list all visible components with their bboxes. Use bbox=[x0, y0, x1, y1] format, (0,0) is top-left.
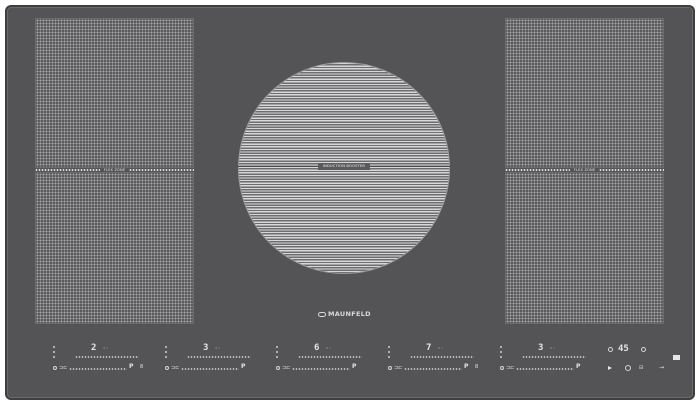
bridge-icon[interactable]: ⊐⊏ bbox=[506, 365, 514, 371]
power-slider-top[interactable] bbox=[522, 356, 586, 358]
lock-icon[interactable]: ⊟ bbox=[639, 365, 643, 371]
power-slider-top[interactable] bbox=[410, 356, 474, 358]
timer-minus-icon[interactable] bbox=[608, 347, 613, 352]
power-level: 2 bbox=[91, 343, 97, 353]
power-boost-button[interactable]: P bbox=[352, 363, 356, 370]
power-level: 6 bbox=[314, 343, 320, 353]
zone-control-1[interactable]: 2 ∘ ◦ ⊐⊏ P 8 bbox=[53, 343, 148, 375]
brand-name: MAUNFELD bbox=[328, 310, 371, 318]
power-slider[interactable] bbox=[404, 368, 462, 370]
brand-logo-icon bbox=[318, 311, 326, 317]
cooking-zone-right-top bbox=[505, 18, 664, 168]
zone-indicator-icon bbox=[388, 346, 390, 348]
power-boost-button[interactable]: P bbox=[129, 363, 133, 370]
zone-indicator-icon bbox=[53, 351, 55, 353]
level-marker-icon: ∘ ◦ bbox=[215, 346, 221, 350]
pause-play-icon[interactable] bbox=[608, 366, 612, 370]
power-boost-button[interactable]: P bbox=[576, 363, 580, 370]
left-zone-divider-label: FLEX ZONE bbox=[103, 168, 126, 172]
zone-control-3[interactable]: 6 ∘ ◦ ⊐⊏ P bbox=[276, 343, 371, 375]
timer-icon[interactable] bbox=[500, 366, 504, 370]
zone-indicator-icon bbox=[165, 356, 167, 358]
zone-indicator-icon bbox=[165, 351, 167, 353]
zone-indicator-icon bbox=[500, 356, 502, 358]
level-marker-icon: ∘ ◦ bbox=[438, 346, 444, 350]
bridge-icon[interactable]: ⊐⊏ bbox=[394, 365, 402, 371]
center-zone-label: INDUCTION BOOSTER bbox=[318, 163, 370, 170]
power-slider[interactable] bbox=[516, 368, 574, 370]
power-slider-top[interactable] bbox=[298, 356, 362, 358]
power-slider-top[interactable] bbox=[187, 356, 251, 358]
cooking-zone-left-top bbox=[35, 18, 194, 168]
zone-control-5[interactable]: 3 ∘ ◦ ⊐⊏ P bbox=[500, 343, 595, 375]
level-marker-icon: ∘ ◦ bbox=[103, 346, 109, 350]
zone-indicator-icon bbox=[500, 346, 502, 348]
power-level: 3 bbox=[203, 343, 209, 353]
power-slider[interactable] bbox=[181, 368, 239, 370]
zone-indicator-icon bbox=[388, 351, 390, 353]
boost-indicator: 8 bbox=[475, 364, 479, 370]
power-boost-button[interactable]: P bbox=[464, 363, 468, 370]
left-zone-divider: FLEX ZONE bbox=[35, 168, 194, 172]
timer-plus-icon[interactable] bbox=[641, 347, 646, 352]
zone-indicator-icon bbox=[53, 356, 55, 358]
power-slider-top[interactable] bbox=[75, 356, 139, 358]
zone-indicator-icon bbox=[276, 351, 278, 353]
zone-control-2[interactable]: 3 ∘ ◦ ⊐⊏ P bbox=[165, 343, 260, 375]
cooking-zone-right-bottom bbox=[505, 172, 664, 324]
bridge-icon[interactable]: ⊐⊏ bbox=[282, 365, 290, 371]
arrow-icon[interactable]: → bbox=[659, 364, 664, 371]
power-level: 3 bbox=[538, 343, 544, 353]
cooking-zone-left-bottom bbox=[35, 172, 194, 324]
power-slider[interactable] bbox=[69, 368, 127, 370]
boost-indicator: 8 bbox=[140, 364, 144, 370]
timer-icon[interactable] bbox=[276, 366, 280, 370]
zone-indicator-icon bbox=[165, 346, 167, 348]
level-marker-icon: ∘ ◦ bbox=[326, 346, 332, 350]
zone-indicator-icon bbox=[276, 346, 278, 348]
zone-indicator-icon bbox=[500, 351, 502, 353]
right-zone-divider-label: FLEX ZONE bbox=[573, 168, 596, 172]
timer-icon[interactable] bbox=[165, 366, 169, 370]
level-marker-icon: ∘ ◦ bbox=[550, 346, 556, 350]
brand: MAUNFELD bbox=[318, 310, 371, 318]
power-slider[interactable] bbox=[292, 368, 350, 370]
timer-value: 45 bbox=[618, 344, 629, 354]
label-tag bbox=[673, 355, 680, 360]
bridge-icon[interactable]: ⊐⊏ bbox=[171, 365, 179, 371]
right-zone-divider: FLEX ZONE bbox=[505, 168, 664, 172]
timer-panel: 45 ⊟ → bbox=[605, 344, 685, 377]
power-level: 7 bbox=[426, 343, 432, 353]
zone-indicator-icon bbox=[53, 346, 55, 348]
zone-control-4[interactable]: 7 ∘ ◦ ⊐⊏ P 8 bbox=[388, 343, 483, 375]
zone-indicator-icon bbox=[276, 356, 278, 358]
power-boost-button[interactable]: P bbox=[241, 363, 245, 370]
timer-icon[interactable] bbox=[53, 366, 57, 370]
power-icon[interactable] bbox=[625, 365, 631, 371]
timer-icon[interactable] bbox=[388, 366, 392, 370]
bridge-icon[interactable]: ⊐⊏ bbox=[59, 365, 67, 371]
zone-indicator-icon bbox=[388, 356, 390, 358]
